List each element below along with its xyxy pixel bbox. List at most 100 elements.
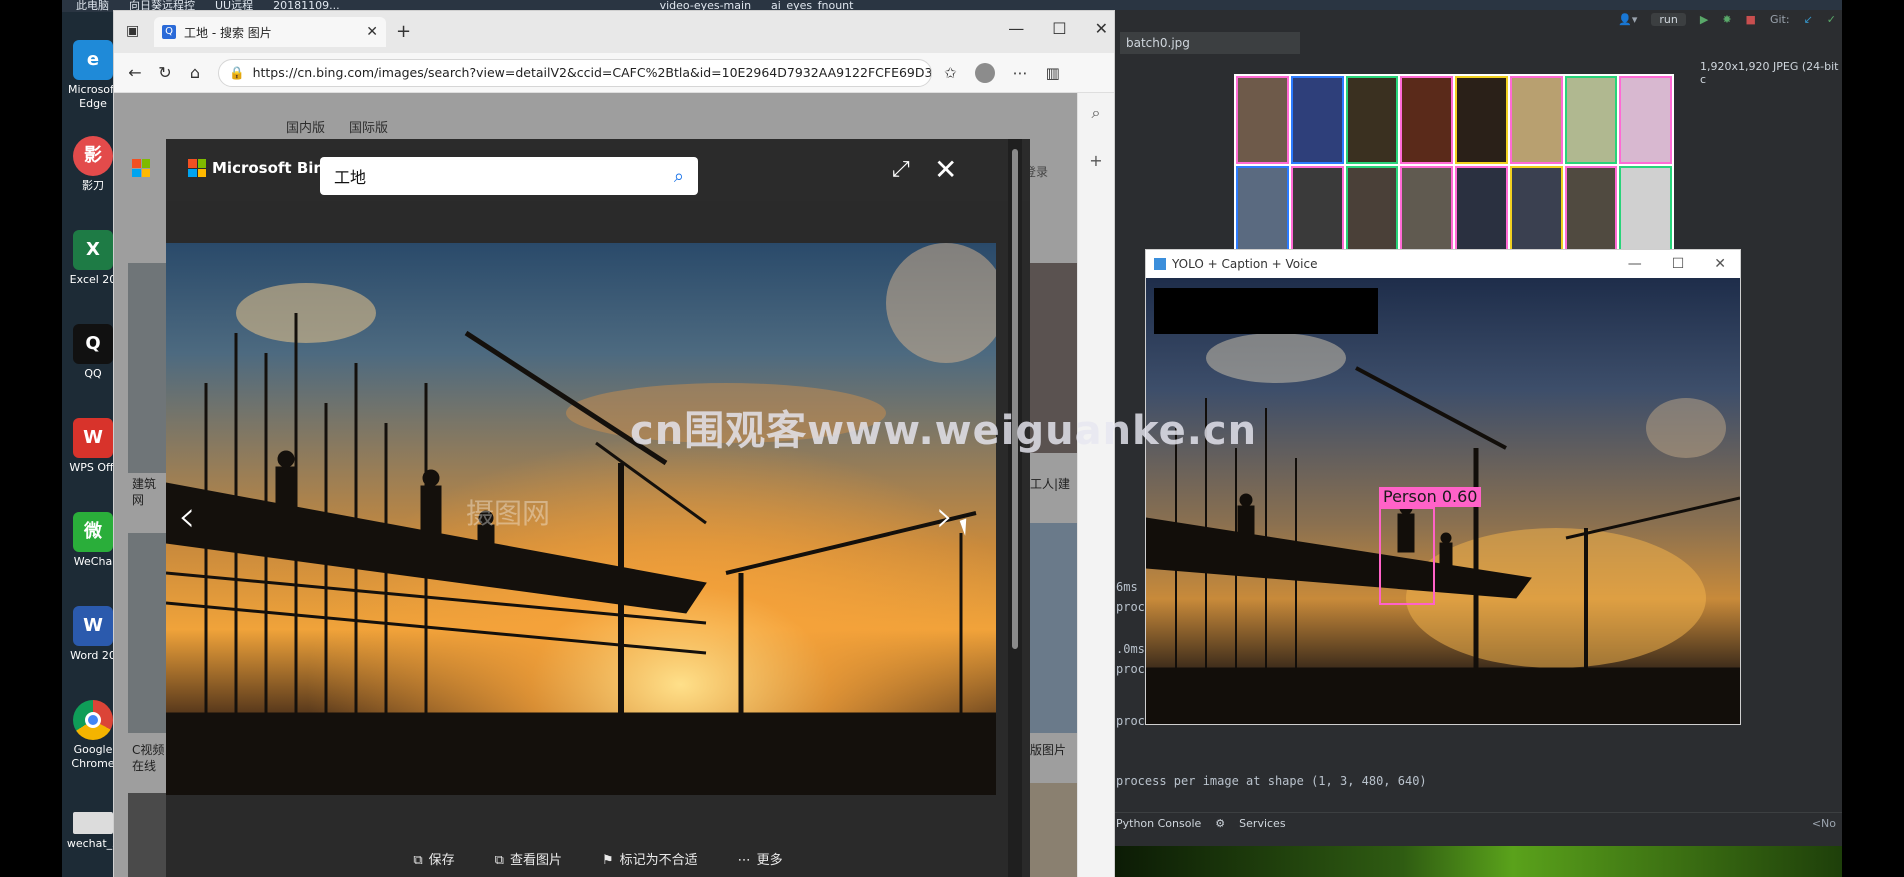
- console-line: proc: [1116, 714, 1145, 728]
- desktop-icon-label: Word 20: [70, 649, 116, 662]
- detection-frame: Person 0.60: [1146, 278, 1740, 724]
- view-image-button[interactable]: ⧉ 查看图片: [495, 849, 562, 868]
- status-services[interactable]: Services: [1239, 817, 1285, 830]
- thumb: [1509, 76, 1563, 164]
- view-image-icon: ⧉: [494, 853, 504, 868]
- url-text: https://cn.bing.com/images/search?view=d…: [252, 65, 932, 80]
- viewer-action-bar: ⧉ 保存 ⧉ 查看图片 ⚑ 标记为不合适 ⋯ 更多: [166, 839, 1030, 877]
- viewer-scrollbar[interactable]: [1008, 139, 1022, 877]
- result-card[interactable]: [1030, 523, 1077, 733]
- more-menu-icon[interactable]: ⋯: [1013, 64, 1028, 82]
- tab-actions-icon[interactable]: ▣: [126, 23, 139, 39]
- search-icon[interactable]: ⌕: [674, 166, 684, 187]
- status-python-console[interactable]: Python Console: [1116, 817, 1201, 830]
- services-icon: ⚙: [1215, 817, 1226, 830]
- bing-page: 国内版 国际版 登录 建筑 网 工人|建 C视频 在线 版图片 Microsof…: [114, 93, 1077, 877]
- close-window-button[interactable]: ✕: [1714, 256, 1726, 272]
- run-config-select[interactable]: run: [1651, 12, 1686, 26]
- chrome-icon: [73, 700, 113, 740]
- thumb: [1400, 76, 1453, 164]
- result-card[interactable]: [128, 263, 168, 473]
- thumb: [1345, 76, 1399, 164]
- thumb: [1619, 166, 1672, 254]
- next-arrow-icon[interactable]: ›: [936, 491, 954, 542]
- minimize-button[interactable]: —: [1008, 19, 1024, 38]
- yolo-window-controls: — ☐ ✕: [1628, 256, 1740, 272]
- close-icon[interactable]: ✕: [934, 153, 957, 186]
- result-caption: 版图片: [1030, 743, 1067, 757]
- window-controls: — ☐ ✕: [1008, 19, 1108, 38]
- user-icon[interactable]: 👤▾: [1618, 13, 1637, 26]
- tab-domestic[interactable]: 国内版: [286, 117, 325, 136]
- favorites-icon[interactable]: ✩: [944, 64, 957, 82]
- back-icon[interactable]: ←: [120, 63, 150, 82]
- refresh-icon[interactable]: ↻: [150, 63, 180, 82]
- previous-arrow-icon[interactable]: ‹: [178, 491, 196, 542]
- desktop-icon-label: QQ: [84, 367, 102, 380]
- git-commit-icon[interactable]: ✓: [1827, 13, 1836, 26]
- sidebar-toggle-icon[interactable]: ▥: [1046, 64, 1060, 82]
- expand-icon[interactable]: ⤢: [892, 157, 910, 182]
- minimize-button[interactable]: —: [1628, 256, 1642, 272]
- thumb: [1509, 166, 1563, 254]
- bing-favicon-icon: Q: [162, 25, 176, 39]
- stop-icon[interactable]: ■: [1746, 13, 1756, 26]
- tab-title: 工地 - 搜索 图片: [184, 25, 272, 40]
- run-icon[interactable]: ▶: [1700, 13, 1708, 26]
- report-button[interactable]: ⚑ 标记为不合适: [602, 849, 698, 868]
- tab-international[interactable]: 国际版: [349, 117, 388, 136]
- sidebar-add-icon[interactable]: +: [1078, 151, 1114, 170]
- profile-avatar-icon[interactable]: [974, 62, 995, 83]
- save-button[interactable]: ⧉ 保存: [413, 849, 454, 868]
- overlay-watermark: cn围观客www.weiguanke.cn: [630, 408, 1258, 454]
- result-caption: 在线: [132, 759, 157, 773]
- caption-overlay: [1154, 288, 1378, 334]
- detection-box: [1379, 507, 1435, 605]
- ide-file-tab[interactable]: batch0.jpg: [1120, 32, 1300, 54]
- tab-close-icon[interactable]: ✕: [366, 24, 378, 40]
- excel-icon: X: [73, 230, 113, 270]
- console-line: .0ms: [1116, 642, 1145, 656]
- microsoft-logo-icon: [188, 159, 206, 177]
- address-bar[interactable]: 🔒 https://cn.bing.com/images/search?view…: [218, 58, 932, 87]
- thumb: [1236, 166, 1289, 254]
- browser-tab[interactable]: Q 工地 - 搜索 图片 ✕: [154, 17, 386, 47]
- lock-icon: 🔒: [229, 64, 245, 80]
- app-icon: [1154, 258, 1166, 270]
- viewer-header: Microsoft Bing 工地 ⌕ ⤢ ✕: [166, 139, 1030, 201]
- git-update-icon[interactable]: ↙: [1804, 13, 1813, 26]
- thumb: [1290, 76, 1344, 164]
- viewer-search-input[interactable]: 工地 ⌕: [320, 157, 698, 195]
- result-card[interactable]: [128, 533, 168, 733]
- wallpaper-strip: [1110, 846, 1842, 877]
- maximize-button[interactable]: ☐: [1052, 19, 1066, 38]
- result-caption: C视频: [132, 743, 165, 757]
- detection-label: Person 0.60: [1379, 487, 1482, 507]
- home-icon[interactable]: ⌂: [180, 63, 210, 82]
- word-icon: W: [73, 606, 113, 646]
- yolo-titlebar: YOLO + Caption + Voice — ☐ ✕: [1146, 250, 1740, 278]
- screen: 此电脑 向日葵远程控 UU远程 20181109... video-eyes-m…: [0, 0, 1904, 877]
- more-button[interactable]: ⋯ 更多: [738, 849, 783, 868]
- ms-logo-icon: [132, 159, 152, 179]
- sidebar-search-icon[interactable]: ⌕: [1078, 103, 1114, 123]
- edge-sidebar: ⌕ +: [1077, 93, 1114, 877]
- browser-toolbar: ✩ ⋯ ▥: [944, 62, 1060, 83]
- desktop-icon-label: Google Chrome: [71, 743, 115, 770]
- ide-statusbar: Python Console ⚙ Services <No: [1110, 812, 1842, 834]
- yolo-window-title: YOLO + Caption + Voice: [1172, 257, 1318, 271]
- bing-logo[interactable]: Microsoft Bing: [188, 159, 335, 177]
- construction-site-photo[interactable]: 摄图网: [166, 243, 996, 795]
- file-icon: [73, 812, 113, 834]
- result-card[interactable]: [1030, 783, 1077, 877]
- debug-icon[interactable]: ✸: [1722, 13, 1731, 26]
- maximize-button[interactable]: ☐: [1672, 256, 1685, 272]
- console-line: 6ms: [1116, 580, 1138, 594]
- address-bar-row: ← ↻ ⌂ 🔒 https://cn.bing.com/images/searc…: [114, 53, 1114, 93]
- close-window-button[interactable]: ✕: [1095, 19, 1108, 38]
- result-card[interactable]: [128, 793, 168, 877]
- new-tab-button[interactable]: +: [396, 21, 411, 42]
- strip-item[interactable]: 此电脑: [76, 0, 109, 12]
- search-query: 工地: [334, 168, 367, 187]
- thumb: [1455, 166, 1508, 254]
